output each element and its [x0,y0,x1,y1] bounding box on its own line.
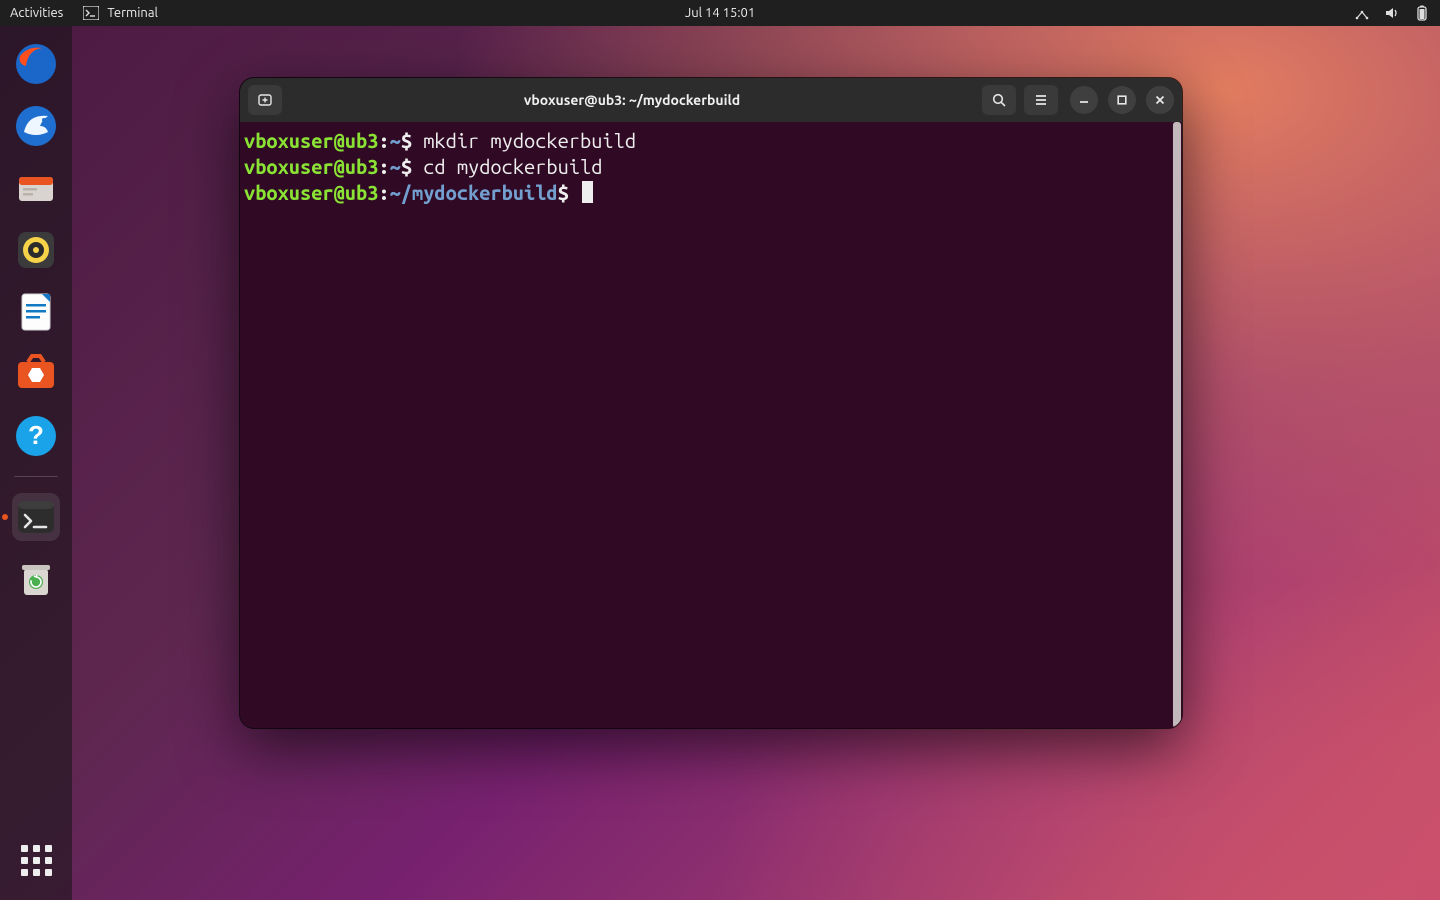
terminal-command: mkdir mydockerbuild [423,129,636,152]
terminal-scrollbar[interactable] [1172,122,1182,728]
prompt-host: vboxuser@ub3 [244,181,378,204]
help-icon[interactable]: ? [12,412,60,460]
topbar-app-indicator[interactable]: Terminal [83,6,158,20]
terminal-window: vboxuser@ub3: ~/mydockerbuild vboxuser@u… [240,78,1182,728]
maximize-button[interactable] [1108,86,1136,114]
cursor-icon [582,181,593,203]
ubuntu-software-icon[interactable] [12,350,60,398]
rhythmbox-icon[interactable] [12,226,60,274]
terminal-content[interactable]: vboxuser@ub3:~$ mkdir mydockerbuild vbox… [244,128,1178,206]
files-icon[interactable] [12,164,60,212]
network-icon[interactable] [1354,5,1370,21]
scrollbar-thumb[interactable] [1173,122,1181,728]
close-button[interactable] [1146,86,1174,114]
topbar-clock[interactable]: Jul 14 15:01 [685,6,755,20]
battery-icon[interactable] [1414,5,1430,21]
prompt-path: ~ [390,155,401,178]
volume-icon[interactable] [1384,5,1400,21]
topbar-app-name: Terminal [107,6,158,20]
terminal-icon[interactable] [12,493,60,541]
show-applications-button[interactable] [12,836,60,884]
prompt-path: ~/mydockerbuild [390,181,558,204]
window-title: vboxuser@ub3: ~/mydockerbuild [290,92,974,108]
system-tray[interactable] [1354,5,1430,21]
terminal-command: cd mydockerbuild [423,155,602,178]
trash-icon[interactable] [12,555,60,603]
activities-button[interactable]: Activities [10,6,63,20]
libreoffice-writer-icon[interactable] [12,288,60,336]
svg-text:?: ? [28,420,44,450]
dock-divider [14,476,58,477]
search-button[interactable] [982,85,1016,115]
prompt-path: ~ [390,129,401,152]
firefox-icon[interactable] [12,40,60,88]
titlebar[interactable]: vboxuser@ub3: ~/mydockerbuild [240,78,1182,122]
dock: ? [0,26,72,900]
terminal-small-icon [83,6,99,20]
thunderbird-icon[interactable] [12,102,60,150]
hamburger-menu-button[interactable] [1024,85,1058,115]
top-bar: Activities Terminal Jul 14 15:01 [0,0,1440,26]
new-tab-button[interactable] [248,85,282,115]
terminal-viewport[interactable]: vboxuser@ub3:~$ mkdir mydockerbuild vbox… [240,122,1182,728]
prompt-host: vboxuser@ub3 [244,129,378,152]
prompt-host: vboxuser@ub3 [244,155,378,178]
minimize-button[interactable] [1070,86,1098,114]
